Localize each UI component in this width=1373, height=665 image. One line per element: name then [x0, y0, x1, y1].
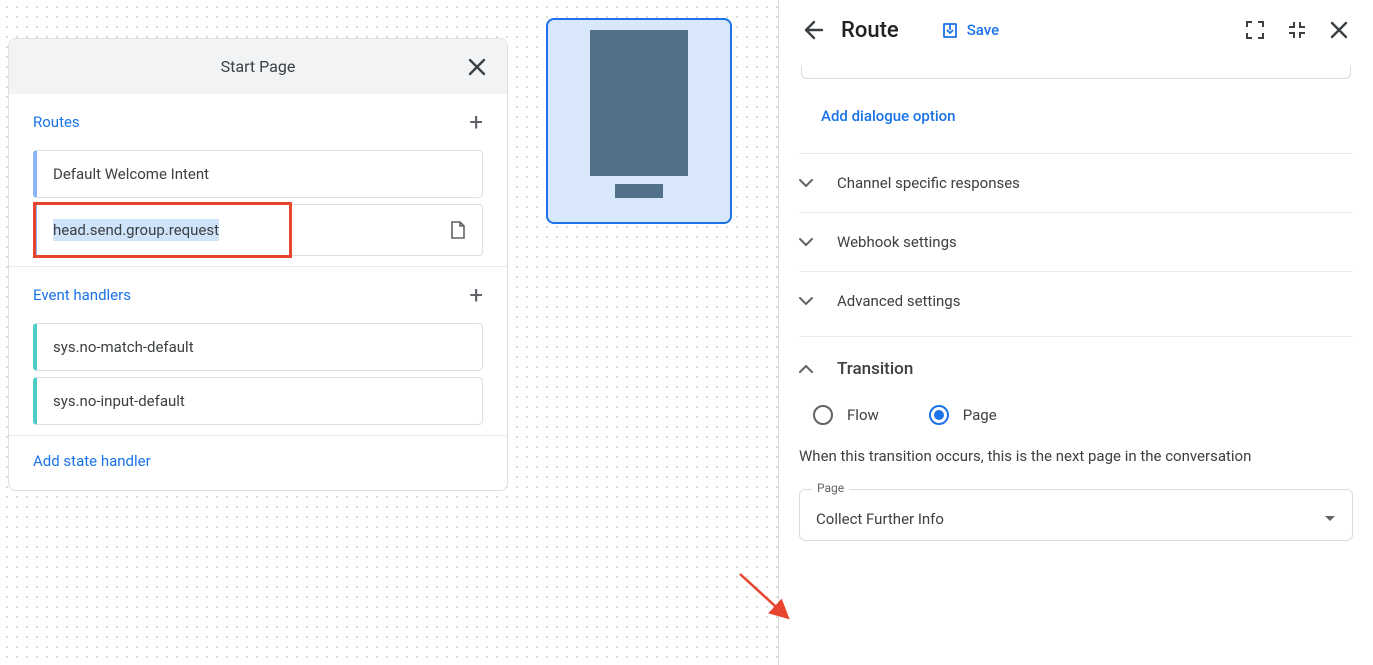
event-handlers-section-header: Event handlers +: [9, 267, 507, 317]
route-item[interactable]: head.send.group.request: [33, 204, 483, 256]
route-label: Default Welcome Intent: [53, 165, 209, 183]
chevron-up-icon[interactable]: [799, 364, 821, 374]
page-icon: [450, 221, 466, 239]
transition-page-radio[interactable]: Page: [929, 405, 997, 425]
add-event-handler-button[interactable]: +: [469, 283, 483, 307]
event-handler-label: sys.no-input-default: [53, 392, 185, 410]
flow-node-preview[interactable]: [546, 18, 732, 224]
chevron-down-icon: [799, 178, 821, 188]
panel-header: Start Page: [9, 39, 507, 94]
collapsed-section: [801, 65, 1351, 79]
event-handlers-label: Event handlers: [33, 286, 131, 304]
add-dialogue-option-link[interactable]: Add dialogue option: [799, 99, 1353, 153]
accordion-label: Channel specific responses: [837, 174, 1020, 192]
panel-title: Start Page: [221, 57, 296, 76]
save-button[interactable]: Save: [941, 21, 999, 39]
transition-section: Transition Flow Page When this transitio…: [799, 336, 1353, 541]
chevron-down-icon: [799, 296, 821, 306]
route-label: head.send.group.request: [53, 219, 219, 241]
accordion-label: Advanced settings: [837, 292, 960, 310]
route-panel-header: Route Save: [779, 0, 1373, 61]
node-footer: [615, 184, 663, 198]
accordion-advanced-settings[interactable]: Advanced settings: [799, 271, 1353, 330]
close-icon[interactable]: [1325, 16, 1353, 44]
radio-label: Page: [963, 406, 997, 424]
event-handler-label: sys.no-match-default: [53, 338, 194, 356]
fullscreen-icon[interactable]: [1241, 16, 1269, 44]
save-label: Save: [967, 21, 999, 39]
event-handler-item[interactable]: sys.no-match-default: [33, 323, 483, 371]
chevron-down-icon: [799, 237, 821, 247]
close-icon[interactable]: [463, 53, 491, 81]
route-side-panel: Route Save Add dialogue option Channel s…: [778, 0, 1373, 665]
accordion-webhook-settings[interactable]: Webhook settings: [799, 212, 1353, 271]
start-page-panel: Start Page Routes + Default Welcome Inte…: [8, 38, 508, 491]
transition-page-select[interactable]: Page Collect Further Info: [799, 489, 1353, 541]
collapse-icon[interactable]: [1283, 16, 1311, 44]
event-handler-item[interactable]: sys.no-input-default: [33, 377, 483, 425]
transition-helper-text: When this transition occurs, this is the…: [799, 443, 1353, 485]
dropdown-arrow-icon: [1324, 515, 1336, 523]
add-state-handler-link[interactable]: Add state handler: [9, 436, 507, 490]
routes-section-header: Routes +: [9, 94, 507, 144]
accordion-label: Webhook settings: [837, 233, 957, 251]
transition-title: Transition: [837, 359, 913, 379]
select-label: Page: [812, 481, 849, 495]
route-panel-title: Route: [841, 18, 899, 43]
accordion-channel-responses[interactable]: Channel specific responses: [799, 153, 1353, 212]
transition-flow-radio[interactable]: Flow: [813, 405, 879, 425]
radio-label: Flow: [847, 406, 879, 424]
select-value: Collect Further Info: [816, 510, 944, 528]
add-route-button[interactable]: +: [469, 110, 483, 134]
back-arrow-icon[interactable]: [799, 16, 827, 44]
node-body: [590, 30, 688, 176]
routes-label: Routes: [33, 113, 80, 131]
route-item[interactable]: Default Welcome Intent: [33, 150, 483, 198]
